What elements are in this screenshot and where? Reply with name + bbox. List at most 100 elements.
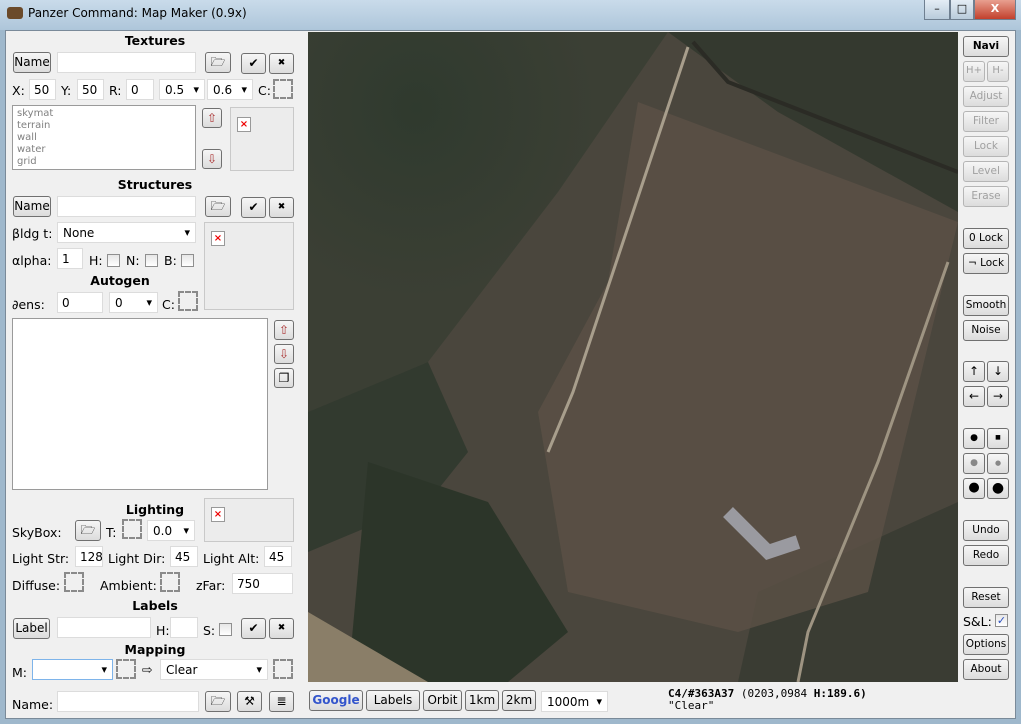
small-dot-icon[interactable]: ■ xyxy=(987,428,1009,449)
1km-button[interactable]: 1km xyxy=(465,690,499,711)
move-up-icon[interactable]: ⇧ xyxy=(274,320,294,340)
diffuse-color-swatch[interactable] xyxy=(64,572,84,592)
list-item[interactable]: grid xyxy=(17,156,191,168)
light-dir-input[interactable]: 45 xyxy=(170,546,198,567)
minimize-button[interactable]: – xyxy=(924,0,950,20)
ambient-color-swatch[interactable] xyxy=(160,572,180,592)
skybox-color-swatch[interactable] xyxy=(122,519,142,539)
label-button[interactable]: Label xyxy=(13,618,50,639)
skybox-folder-icon[interactable]: 🗁 xyxy=(75,520,101,541)
open-folder-icon[interactable]: 🗁 xyxy=(205,196,231,217)
bldg-type-select[interactable]: None xyxy=(57,222,196,243)
open-folder-icon[interactable]: 🗁 xyxy=(205,691,231,712)
autogen-heading: Autogen xyxy=(90,273,150,288)
b-checkbox[interactable] xyxy=(181,254,194,267)
maximize-button[interactable]: □ xyxy=(950,0,974,20)
move-down-icon[interactable]: ⇩ xyxy=(202,149,222,169)
map-name-input[interactable] xyxy=(57,691,199,712)
mapping-target-swatch[interactable] xyxy=(273,659,293,679)
noise-button[interactable]: Noise xyxy=(963,320,1009,341)
sl-checkbox[interactable]: ✓ xyxy=(995,614,1008,627)
document-icon[interactable]: ≣ xyxy=(269,691,294,712)
alpha-input[interactable]: 1 xyxy=(57,248,83,269)
undo-button[interactable]: Undo xyxy=(963,520,1009,541)
medium-drop-icon[interactable]: ● xyxy=(963,453,985,474)
texture-name-button[interactable]: Name xyxy=(13,52,51,73)
h-plus-button[interactable]: H+ xyxy=(963,61,985,82)
list-item[interactable]: wall xyxy=(17,132,191,144)
close-button[interactable]: X xyxy=(974,0,1016,20)
arrow-left-icon[interactable]: ← xyxy=(963,386,985,407)
light-alt-input[interactable]: 45 xyxy=(264,546,292,567)
density-select[interactable]: 0 xyxy=(109,292,158,313)
texture-list[interactable]: skymat terrain wall water grid xyxy=(12,105,196,170)
x-input[interactable]: 50 xyxy=(29,79,56,100)
ok-icon[interactable]: ✔ xyxy=(241,618,266,639)
label-text-input[interactable] xyxy=(57,617,151,638)
about-button[interactable]: About xyxy=(963,659,1009,680)
orbit-button[interactable]: Orbit xyxy=(423,690,462,711)
filter-button[interactable]: Filter xyxy=(963,111,1009,132)
move-down-icon[interactable]: ⇩ xyxy=(274,344,294,364)
lock-button[interactable]: Lock xyxy=(963,136,1009,157)
scale-select-1[interactable]: 0.5 xyxy=(159,79,205,100)
structure-name-input[interactable] xyxy=(57,196,196,217)
labels-button[interactable]: Labels xyxy=(366,690,420,711)
texture-color-swatch[interactable] xyxy=(273,79,293,99)
open-folder-icon[interactable]: 🗁 xyxy=(205,52,231,73)
small-drop-icon[interactable]: ● xyxy=(963,428,985,449)
ok-icon[interactable]: ✔ xyxy=(241,197,266,218)
b-label: B: xyxy=(164,253,177,268)
label-h-input[interactable] xyxy=(170,617,198,638)
navi-button[interactable]: Navi xyxy=(963,36,1009,57)
copy-icon[interactable]: ❐ xyxy=(274,368,294,388)
list-item[interactable]: terrain xyxy=(17,120,191,132)
cancel-icon[interactable]: ✖ xyxy=(269,53,294,74)
autogen-color-swatch[interactable] xyxy=(178,291,198,311)
list-item[interactable]: water xyxy=(17,144,191,156)
cancel-icon[interactable]: ✖ xyxy=(269,618,294,639)
move-up-icon[interactable]: ⇧ xyxy=(202,108,222,128)
skybox-t-select[interactable]: 0.0 xyxy=(147,520,195,541)
mapping-target-select[interactable]: Clear xyxy=(160,659,268,680)
redo-button[interactable]: Redo xyxy=(963,545,1009,566)
2km-button[interactable]: 2km xyxy=(502,690,536,711)
medium-dot-icon[interactable]: ● xyxy=(987,453,1009,474)
arrow-down-icon[interactable]: ↓ xyxy=(987,361,1009,382)
ok-icon[interactable]: ✔ xyxy=(241,53,266,74)
r-input[interactable]: 0 xyxy=(126,79,154,100)
label-s-checkbox[interactable] xyxy=(219,623,232,636)
tools-icon[interactable]: ⚒ xyxy=(237,691,262,712)
texture-name-input[interactable] xyxy=(57,52,196,73)
large-drop-icon[interactable]: ● xyxy=(963,478,985,499)
y-input[interactable]: 50 xyxy=(77,79,104,100)
arrow-up-icon[interactable]: ↑ xyxy=(963,361,985,382)
mapping-source-select[interactable] xyxy=(32,659,113,680)
arrow-right-icon[interactable]: → xyxy=(987,386,1009,407)
mapping-source-swatch[interactable] xyxy=(116,659,136,679)
options-button[interactable]: Options xyxy=(963,634,1009,655)
smooth-button[interactable]: Smooth xyxy=(963,295,1009,316)
adjust-button[interactable]: Adjust xyxy=(963,86,1009,107)
structure-list[interactable] xyxy=(12,318,268,490)
map-viewport[interactable] xyxy=(308,32,958,682)
cancel-icon[interactable]: ✖ xyxy=(269,197,294,218)
range-select[interactable]: 1000m xyxy=(541,691,608,712)
not-lock-button[interactable]: ¬ Lock xyxy=(963,253,1009,274)
level-button[interactable]: Level xyxy=(963,161,1009,182)
h-checkbox[interactable] xyxy=(107,254,120,267)
structure-name-button[interactable]: Name xyxy=(13,196,51,217)
erase-button[interactable]: Erase xyxy=(963,186,1009,207)
large-dot-icon[interactable]: ● xyxy=(987,478,1009,499)
google-button[interactable]: Google xyxy=(309,690,363,711)
zero-lock-button[interactable]: 0 Lock xyxy=(963,228,1009,249)
scale-select-2[interactable]: 0.6 xyxy=(207,79,253,100)
h-minus-button[interactable]: H- xyxy=(987,61,1009,82)
light-str-input[interactable]: 128 xyxy=(75,546,103,567)
n-checkbox[interactable] xyxy=(145,254,158,267)
density-input[interactable]: 0 xyxy=(57,292,103,313)
list-item[interactable]: skymat xyxy=(17,108,191,120)
reset-button[interactable]: Reset xyxy=(963,587,1009,608)
zfar-input[interactable]: 750 xyxy=(232,573,293,594)
arrow-right-icon: ⇨ xyxy=(142,662,153,677)
